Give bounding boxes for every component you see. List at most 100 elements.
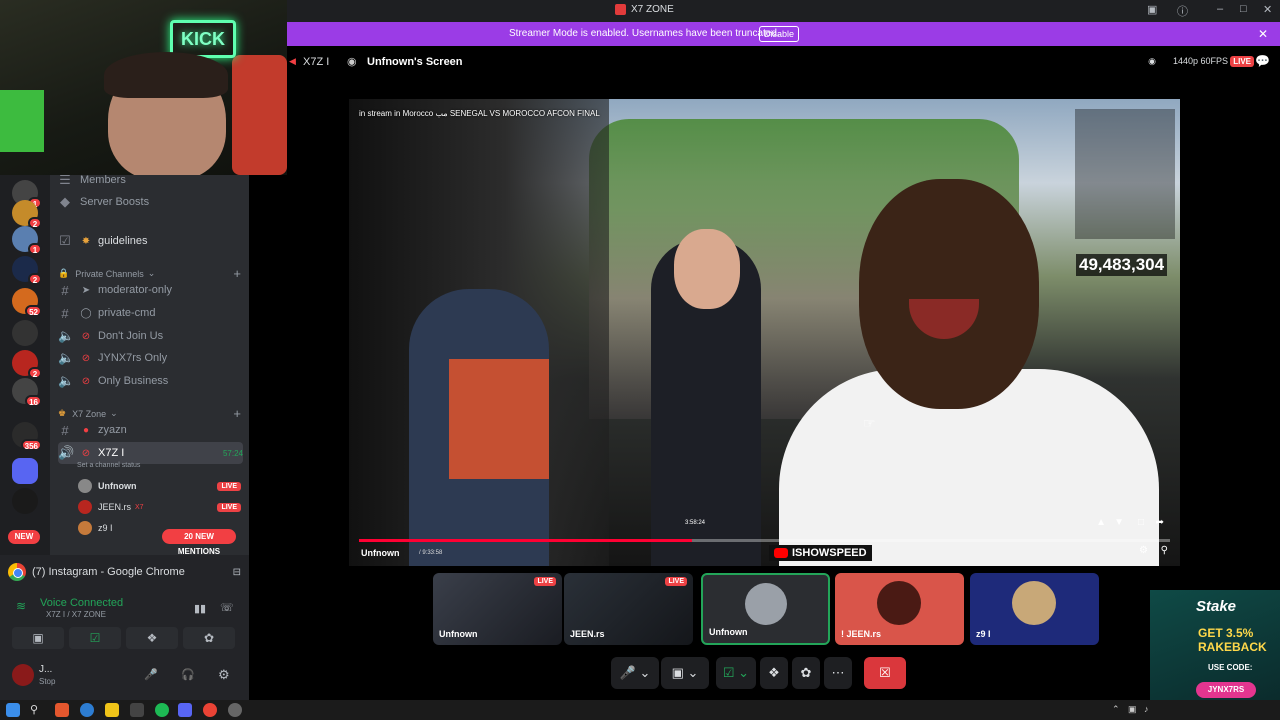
user-status: Stop bbox=[39, 677, 56, 686]
soundboard-button[interactable]: ✿ bbox=[792, 657, 820, 689]
microphone-icon[interactable]: 🎤 bbox=[144, 668, 158, 681]
zoom-icon[interactable]: ⚲ bbox=[1161, 545, 1168, 556]
channel-label: Don't Join Us bbox=[98, 330, 164, 342]
minimize-icon[interactable]: – bbox=[1217, 3, 1223, 15]
more-options-button[interactable]: ⋯ bbox=[824, 657, 852, 689]
camera-off-button[interactable]: ▣ bbox=[12, 627, 64, 649]
channel-zyazn[interactable]: # ● zyazn bbox=[58, 419, 243, 441]
server-icon[interactable]: 16 bbox=[12, 378, 42, 407]
brand-label: ISHOWSPEED bbox=[792, 547, 867, 559]
discord-icon[interactable] bbox=[178, 703, 192, 717]
server-icon[interactable]: 356 bbox=[12, 422, 42, 451]
live-badge: LIVE bbox=[217, 502, 241, 512]
store-icon[interactable] bbox=[130, 703, 144, 717]
screen-share-button[interactable]: ☑ ⌄ bbox=[716, 657, 756, 689]
channel-guidelines[interactable]: ☑ ✸ guidelines bbox=[58, 230, 243, 252]
server-icon[interactable]: 1 bbox=[12, 226, 42, 255]
stream-video[interactable]: in stream in Morocco مب SENEGAL VS MOROC… bbox=[349, 99, 1180, 566]
voice-channel-dont-join[interactable]: 🔈 ⊘ Don't Join Us bbox=[58, 325, 243, 347]
close-window-icon[interactable]: ✕ bbox=[1263, 3, 1272, 16]
chrome-icon bbox=[8, 563, 26, 581]
live-badge: LIVE bbox=[217, 481, 241, 491]
voice-user[interactable]: Unfnown LIVE bbox=[78, 476, 241, 496]
hash-icon: # bbox=[61, 422, 69, 438]
server-icon[interactable]: 2 bbox=[12, 256, 42, 285]
voice-user[interactable]: JEEN.rs X7 LIVE bbox=[78, 497, 241, 517]
maximize-icon[interactable]: □ bbox=[1240, 3, 1247, 15]
new-mentions-pill[interactable]: 20 NEW MENTIONS bbox=[162, 529, 236, 556]
screen-share-icon: ☑ ⌄ bbox=[722, 665, 750, 680]
user-avatar[interactable] bbox=[12, 664, 34, 686]
mouse-cursor-icon: ☞ bbox=[863, 415, 876, 431]
activity-row[interactable]: (7) Instagram - Google Chrome ⊟ bbox=[8, 560, 241, 584]
disconnect-button[interactable]: ☒ bbox=[864, 657, 906, 689]
disconnect-icon[interactable]: ☏ bbox=[220, 601, 234, 614]
channel-status[interactable]: Set a channel status bbox=[77, 462, 140, 469]
obs-icon[interactable] bbox=[228, 703, 242, 717]
new-pill[interactable]: NEW bbox=[8, 530, 40, 544]
participant-tile-active[interactable]: Unfnown bbox=[701, 573, 830, 645]
voice-location[interactable]: X7Z I / X7 ZONE bbox=[46, 610, 106, 619]
help-icon[interactable]: ⓘ bbox=[1177, 3, 1188, 19]
server-boosts-link[interactable]: ◆ Server Boosts bbox=[58, 191, 243, 213]
user-name[interactable]: J... bbox=[39, 664, 52, 675]
server-icon[interactable] bbox=[12, 488, 38, 514]
stage-channel-name[interactable]: X7Z I bbox=[303, 56, 329, 68]
voice-channel-only-business[interactable]: 🔈 ⊘ Only Business bbox=[58, 370, 243, 392]
inbox-icon[interactable]: ▣ bbox=[1147, 3, 1157, 16]
participant-tile[interactable]: z9 I bbox=[970, 573, 1099, 645]
close-activity-icon[interactable]: ⊟ bbox=[233, 567, 241, 578]
settings-gear-icon[interactable]: ⚙ bbox=[218, 667, 230, 683]
server-icon[interactable]: 2 bbox=[12, 200, 42, 229]
avatar bbox=[1012, 581, 1056, 625]
participant-name: z9 I bbox=[976, 629, 991, 639]
search-icon[interactable]: ⚲ bbox=[30, 703, 44, 717]
dislike-icon[interactable]: ▼ bbox=[1114, 517, 1124, 528]
participant-tile[interactable]: ! JEEN.rs bbox=[835, 573, 964, 645]
tray-chevron-icon[interactable]: ⌃ bbox=[1112, 704, 1120, 715]
edge-icon[interactable] bbox=[80, 703, 94, 717]
tray-volume-icon[interactable]: ♪ bbox=[1144, 704, 1149, 714]
server-icon[interactable] bbox=[12, 320, 38, 346]
comment-icon[interactable]: □ bbox=[1138, 517, 1144, 528]
disable-streamer-mode-button[interactable]: Disable bbox=[759, 26, 799, 42]
video-progress-bar[interactable] bbox=[359, 539, 1170, 542]
camera-off-icon: ▣ bbox=[32, 631, 44, 645]
like-icon[interactable]: ▲ bbox=[1096, 517, 1106, 528]
close-banner-icon[interactable]: ✕ bbox=[1258, 27, 1268, 41]
soundboard-button[interactable]: ✿ bbox=[183, 627, 235, 649]
activity-label: (7) Instagram - Google Chrome bbox=[32, 566, 185, 578]
start-icon[interactable] bbox=[6, 703, 20, 717]
chrome-icon[interactable] bbox=[203, 703, 217, 717]
activities-button[interactable]: ❖ bbox=[760, 657, 788, 689]
channel-label: X7Z I bbox=[98, 447, 125, 459]
file-explorer-icon[interactable] bbox=[105, 703, 119, 717]
chat-bubble-icon[interactable]: 💬 bbox=[1255, 54, 1270, 68]
folder-icon[interactable] bbox=[12, 458, 38, 484]
stream-quality[interactable]: 1440p 60FPS bbox=[1173, 56, 1228, 66]
activities-button[interactable]: ❖ bbox=[126, 627, 178, 649]
tray-app-icon[interactable]: ▣ bbox=[1128, 704, 1137, 715]
microphone-button[interactable]: 🎤 ⌄ bbox=[611, 657, 659, 689]
youtube-brand: ISHOWSPEED bbox=[769, 545, 872, 561]
participant-tile[interactable]: LIVE Unfnown bbox=[433, 573, 562, 645]
share-icon[interactable]: ➦ bbox=[1156, 517, 1164, 528]
spotify-icon[interactable] bbox=[155, 703, 169, 717]
server-icon[interactable]: 52 bbox=[12, 288, 42, 317]
title-bar: X7 ZONE ▣ ⓘ – □ ✕ bbox=[287, 0, 1280, 22]
screen-share-button[interactable]: ☑ bbox=[69, 627, 121, 649]
channel-private-cmd[interactable]: # ◯ private-cmd bbox=[58, 302, 243, 324]
channel-moderator-only[interactable]: # ➤ moderator-only bbox=[58, 279, 243, 301]
voice-channel-jynx-only[interactable]: 🔈 ⊘ JYNX7rs Only bbox=[58, 347, 243, 369]
voice-channel-active[interactable]: 🔊 ⊘ X7Z I 57:24 bbox=[58, 442, 243, 464]
headphones-icon[interactable]: 🎧 bbox=[181, 668, 195, 681]
participant-tile[interactable]: LIVE JEEN.rs bbox=[564, 573, 693, 645]
server-icon[interactable]: 2 bbox=[12, 350, 42, 379]
camera-button[interactable]: ▣ ⌄ bbox=[661, 657, 709, 689]
live-badge: LIVE bbox=[1230, 56, 1254, 67]
app-icon[interactable] bbox=[55, 703, 69, 717]
settings-gear-icon[interactable]: ⚙ bbox=[1139, 545, 1148, 556]
noise-suppression-icon[interactable]: ▮▮ bbox=[194, 602, 206, 615]
video-vest bbox=[449, 359, 549, 479]
voice-connected-label[interactable]: Voice Connected bbox=[40, 597, 123, 609]
